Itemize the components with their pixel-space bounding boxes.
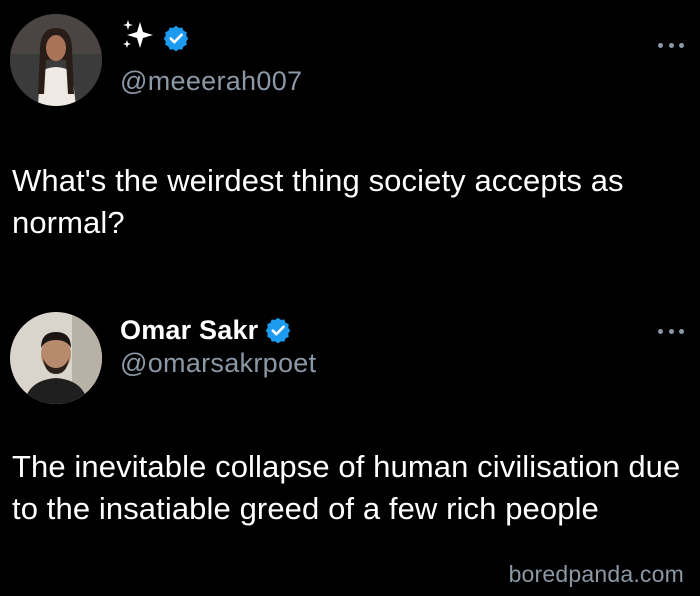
display-name[interactable]: Omar Sakr	[120, 315, 258, 346]
user-handle[interactable]: @omarsakrpoet	[120, 348, 316, 379]
display-name-row	[120, 18, 190, 58]
sparkles-icon	[120, 18, 156, 58]
watermark: boredpanda.com	[508, 561, 684, 587]
avatar[interactable]	[10, 312, 102, 404]
tweet-text: The inevitable collapse of human civilis…	[12, 449, 681, 526]
more-options-icon[interactable]	[658, 326, 684, 336]
more-options-icon[interactable]	[658, 40, 684, 50]
tweet-reply[interactable]: Omar Sakr @omarsakrpoet The inevitable c…	[0, 290, 700, 596]
avatar-image	[10, 14, 102, 106]
tweet-text: What's the weirdest thing society accept…	[12, 163, 624, 240]
avatar-image	[10, 312, 102, 404]
verified-badge-icon	[264, 316, 292, 344]
display-name-row: Omar Sakr	[120, 310, 292, 350]
user-handle[interactable]: @meeerah007	[120, 66, 302, 97]
tweet-original[interactable]: @meeerah007 What's the weirdest thing so…	[0, 0, 700, 290]
avatar[interactable]	[10, 14, 102, 106]
verified-badge-icon	[162, 24, 190, 52]
